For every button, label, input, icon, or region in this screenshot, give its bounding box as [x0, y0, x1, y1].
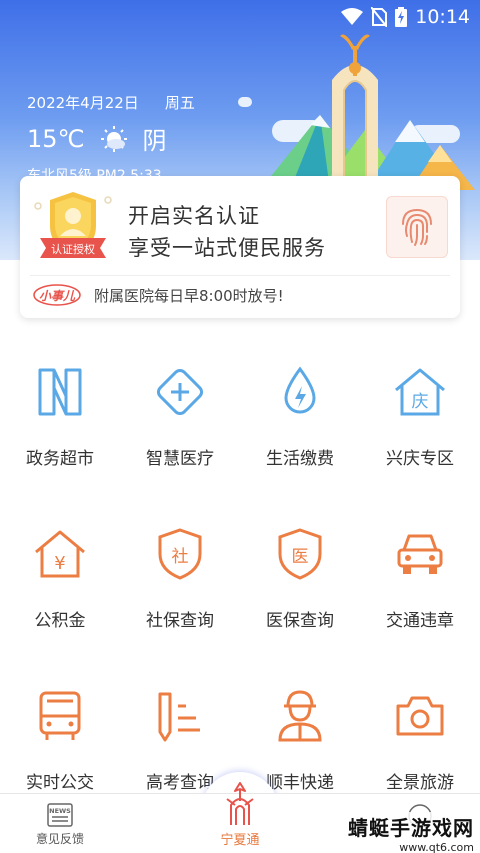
shield-yi-icon: 医: [278, 528, 322, 580]
cloudy-sun-icon: [100, 125, 127, 152]
fingerprint-icon: [402, 208, 432, 246]
real-name-verify-card[interactable]: 认证授权 开启实名认证 享受一站式便民服务 小事儿 附属医院每日早8:00时放号…: [20, 176, 460, 318]
service-traffic-violation[interactable]: 交通违章: [360, 512, 480, 674]
notice-logo-text: 小事儿: [39, 289, 76, 303]
service-housing-fund[interactable]: ¥ 公积金: [0, 512, 120, 674]
service-label: 公积金: [34, 611, 86, 631]
tab-home-label: 宁夏通: [220, 833, 260, 848]
watermark-url: www.qt6.com: [399, 840, 474, 853]
verify-card-subtitle: 享受一站式便民服务: [128, 236, 326, 260]
service-label: 全景旅游: [386, 773, 454, 793]
exam-icon: [158, 692, 200, 742]
tab-home[interactable]: 宁夏通: [201, 772, 279, 853]
weather-date: 2022年4月22日: [27, 94, 139, 112]
battery-charging-icon: [395, 7, 408, 27]
no-sim-icon: [371, 7, 388, 27]
xiaoshier-logo-icon: 小事儿: [33, 284, 81, 306]
card-divider: [30, 275, 450, 276]
service-government-market[interactable]: 政务超市: [0, 350, 120, 512]
notice-row[interactable]: 小事儿 附属医院每日早8:00时放号!: [32, 281, 284, 309]
watermark-title: 蜻蜓手游戏网: [348, 815, 474, 840]
verify-badge-label: 认证授权: [51, 242, 95, 256]
camera-icon: [396, 696, 444, 736]
service-smart-medical[interactable]: 智慧医疗: [120, 350, 240, 512]
medical-plus-icon: [156, 368, 204, 416]
service-row: 政务超市 智慧医疗 生活缴费 庆 兴庆专区: [0, 350, 480, 512]
verify-card-title: 开启实名认证: [128, 204, 260, 228]
svg-text:¥: ¥: [54, 553, 65, 574]
courier-icon: [278, 690, 322, 742]
service-label: 兴庆专区: [386, 449, 454, 469]
svg-text:社: 社: [172, 547, 189, 567]
service-label: 社保查询: [146, 611, 214, 631]
service-grid: 政务超市 智慧医疗 生活缴费 庆 兴庆专区 ¥ 公积金 社 社保查询 医 医保查…: [0, 350, 480, 836]
service-label: 智慧医疗: [146, 449, 214, 469]
status-bar: 10:14: [341, 4, 470, 30]
fingerprint-button[interactable]: [386, 196, 448, 258]
bus-icon: [39, 691, 81, 740]
svg-text:医: 医: [292, 547, 309, 567]
house-yuan-icon: ¥: [35, 530, 85, 578]
tab-feedback[interactable]: NEWS 意见反馈: [0, 794, 120, 853]
car-icon: [397, 534, 443, 574]
service-label: 实时公交: [26, 773, 94, 793]
notice-text: 附属医院每日早8:00时放号!: [94, 286, 284, 305]
news-feedback-icon: NEWS: [47, 803, 73, 827]
water-drop-bolt-icon: [284, 366, 316, 414]
site-watermark: 蜻蜓手游戏网 www.qt6.com: [330, 812, 480, 853]
news-icon-text: NEWS: [49, 807, 71, 815]
weather-weekday: 周五: [164, 94, 195, 112]
ningxia-logo-icon: [226, 782, 254, 825]
svg-text:庆: 庆: [412, 392, 429, 412]
n-logo-icon: [38, 368, 82, 416]
house-qing-icon: 庆: [395, 368, 445, 416]
wifi-icon: [341, 8, 364, 25]
service-xingqing-zone[interactable]: 庆 兴庆专区: [360, 350, 480, 512]
service-medical-insurance[interactable]: 医 医保查询: [240, 512, 360, 674]
status-time: 10:14: [415, 6, 470, 28]
shield-she-icon: 社: [158, 528, 202, 580]
tab-feedback-label: 意见反馈: [35, 832, 84, 846]
weather-info: 2022年4月22日 周五 15℃ 阴 东北风5级 PM2.5:33: [27, 92, 195, 185]
service-label: 生活缴费: [266, 449, 334, 469]
verify-badge-icon: 认证授权: [34, 192, 112, 258]
service-row: ¥ 公积金 社 社保查询 医 医保查询 交通违章: [0, 512, 480, 674]
service-utility-payment[interactable]: 生活缴费: [240, 350, 360, 512]
weather-condition: 阴: [142, 127, 167, 155]
weather-temperature: 15℃: [27, 124, 85, 153]
cloud-decoration: [238, 97, 252, 107]
service-label: 医保查询: [266, 611, 334, 631]
service-label: 政务超市: [26, 449, 94, 469]
service-label: 交通违章: [386, 611, 454, 631]
landmark-illustration: [260, 34, 475, 190]
service-social-security[interactable]: 社 社保查询: [120, 512, 240, 674]
